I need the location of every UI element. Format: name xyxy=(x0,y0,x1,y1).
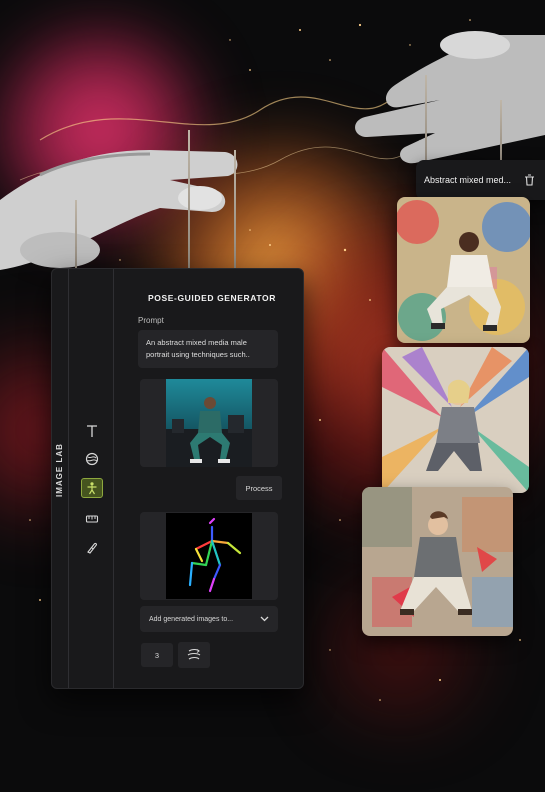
reference-image-card[interactable] xyxy=(140,379,278,467)
prompt-input[interactable]: An abstract mixed media male portrait us… xyxy=(138,330,278,368)
trash-icon[interactable] xyxy=(524,174,535,186)
add-images-label: Add generated images to... xyxy=(149,615,234,623)
style-tool-icon xyxy=(85,452,99,466)
eraser-tool-icon xyxy=(87,542,97,554)
abstract-portrait-2 xyxy=(382,347,529,493)
generate-spiral-icon xyxy=(187,648,201,660)
abstract-portrait-3 xyxy=(362,487,513,636)
page-title: POSE-GUIDED GENERATOR xyxy=(148,293,276,303)
results-header: Abstract mixed med... xyxy=(416,160,545,200)
text-tool-icon xyxy=(87,425,97,437)
add-images-dropdown[interactable]: Add generated images to... xyxy=(140,606,278,632)
tool-rail: IMAGE LAB xyxy=(52,269,114,688)
left-hand-illustration xyxy=(0,80,250,270)
text-tool-button[interactable] xyxy=(81,421,103,441)
result-image-1[interactable] xyxy=(397,197,530,343)
sidebar-title: IMAGE LAB xyxy=(55,443,64,497)
ruler-tool-button[interactable] xyxy=(81,509,103,529)
abstract-portrait-1 xyxy=(397,197,530,343)
pose-tool-button[interactable] xyxy=(81,478,103,498)
image-count-field[interactable]: 3 xyxy=(141,643,173,667)
reference-photo xyxy=(166,379,252,467)
results-title: Abstract mixed med... xyxy=(424,175,512,185)
pose-tool-icon xyxy=(87,482,97,495)
result-image-3[interactable] xyxy=(362,487,513,636)
rail-divider xyxy=(68,269,69,688)
generate-button[interactable] xyxy=(178,642,210,668)
right-hand-illustration xyxy=(345,25,545,165)
eraser-tool-button[interactable] xyxy=(81,538,103,558)
chevron-down-icon xyxy=(260,616,269,622)
pose-skeleton-image xyxy=(166,513,252,599)
style-tool-button[interactable] xyxy=(81,449,103,469)
generator-content: POSE-GUIDED GENERATOR Prompt An abstract… xyxy=(114,269,303,688)
pose-map-card[interactable] xyxy=(140,512,278,600)
image-lab-panel: IMAGE LAB POSE-GUIDED GENERATOR Prompt A… xyxy=(51,268,304,689)
result-image-2[interactable] xyxy=(382,347,529,493)
process-button[interactable]: Process xyxy=(236,476,282,500)
ruler-tool-icon xyxy=(85,515,99,523)
prompt-label: Prompt xyxy=(138,316,164,325)
